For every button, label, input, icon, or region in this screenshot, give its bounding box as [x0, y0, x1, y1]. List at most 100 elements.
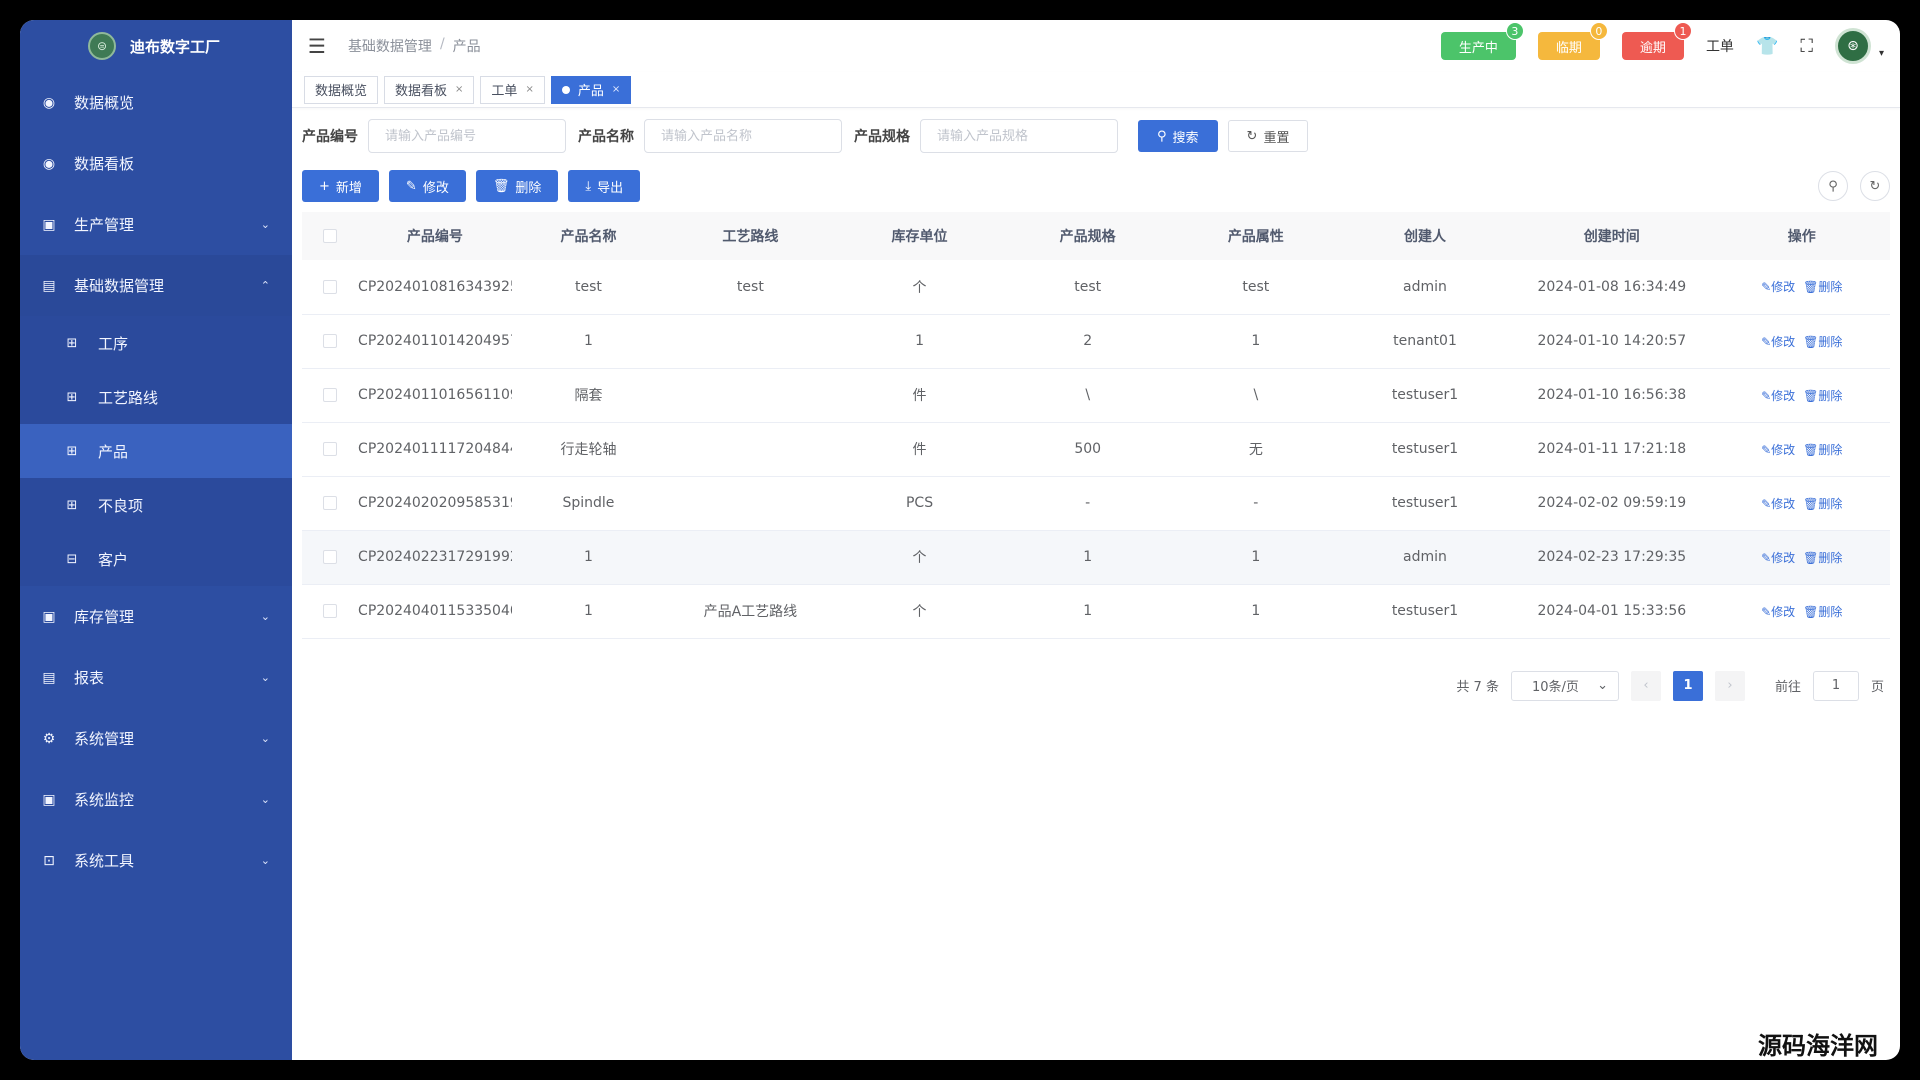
row-delete-button[interactable]: 🗑删除: [1803, 389, 1842, 403]
chevron-down-icon: ⌄: [260, 732, 270, 745]
sidebar-subitem-process[interactable]: ⊞ 工序: [20, 316, 292, 370]
chevron-down-icon: ⌄: [260, 854, 270, 867]
edit-button[interactable]: ✎ 修改: [388, 170, 466, 202]
sidebar-item-tools[interactable]: ⊡ 系统工具 ⌄: [20, 830, 292, 891]
row-edit-button[interactable]: ✎修改: [1761, 335, 1795, 349]
tab-product[interactable]: 产品 ×: [550, 75, 632, 104]
page-number-current[interactable]: 1: [1672, 670, 1703, 701]
sidebar-item-reports[interactable]: ▤ 报表 ⌄: [20, 647, 292, 708]
fullscreen-icon[interactable]: ⛶: [1800, 36, 1813, 57]
grid-icon: ⊞: [66, 389, 78, 405]
sidebar-item-production[interactable]: ▣ 生产管理 ⌄: [20, 194, 292, 255]
product-spec-input[interactable]: [920, 119, 1118, 153]
checkbox[interactable]: [323, 442, 338, 456]
row-edit-button[interactable]: ✎修改: [1761, 551, 1795, 565]
row-delete-button[interactable]: 🗑删除: [1803, 497, 1842, 511]
hamburger-icon[interactable]: ☰: [308, 34, 326, 58]
sidebar-item-overview[interactable]: ◉ 数据概览: [20, 72, 292, 133]
avatar[interactable]: ⊛: [1834, 28, 1871, 64]
tab-data-overview[interactable]: 数据概览: [304, 75, 379, 104]
row-checkbox-cell[interactable]: [302, 530, 359, 585]
next-page-button[interactable]: ›: [1714, 670, 1745, 701]
sidebar-item-label: 系统工具: [74, 852, 135, 870]
checkbox[interactable]: [323, 604, 338, 618]
row-checkbox-cell[interactable]: [302, 584, 359, 639]
sidebar-item-inventory[interactable]: ▣ 库存管理 ⌄: [20, 586, 292, 647]
table-row: CP20240202095853197 Spindle PCS - - testuser1…: [302, 476, 1890, 531]
search-button[interactable]: ⚲ 搜索: [1138, 120, 1218, 152]
row-edit-button[interactable]: ✎修改: [1761, 389, 1795, 403]
row-checkbox-cell[interactable]: [302, 422, 359, 477]
checkbox[interactable]: [323, 388, 338, 402]
close-icon[interactable]: ×: [612, 84, 620, 95]
shirt-icon[interactable]: 👕: [1756, 36, 1778, 57]
goto-label: 前往: [1774, 680, 1801, 695]
sidebar-item-monitor[interactable]: ▣ 系统监控 ⌄: [20, 769, 292, 830]
checkbox[interactable]: [323, 550, 338, 564]
prev-page-button[interactable]: ‹: [1630, 670, 1661, 701]
checkbox[interactable]: [323, 334, 338, 348]
refresh-icon[interactable]: ↻: [1860, 171, 1890, 201]
tab-data-dashboard[interactable]: 数据看板 ×: [384, 75, 475, 104]
workorder-link[interactable]: 工单: [1706, 36, 1734, 56]
cell-spec: 1: [1003, 584, 1172, 639]
cell-time: 2024-04-01 15:33:56: [1510, 584, 1714, 639]
sidebar-subitem-defect[interactable]: ⊞ 不良项: [20, 478, 292, 532]
reset-button[interactable]: ↻ 重置: [1227, 120, 1309, 152]
row-delete-button[interactable]: 🗑删除: [1803, 335, 1842, 349]
sidebar-subitem-product[interactable]: ⊞ 产品: [20, 424, 292, 478]
logo-icon: ⊜: [88, 32, 116, 60]
delete-button[interactable]: 🗑 删除: [475, 170, 559, 202]
cell-route: [665, 476, 836, 531]
row-checkbox-cell[interactable]: [302, 260, 359, 315]
export-button[interactable]: ⤓ 导出: [568, 170, 641, 202]
add-button[interactable]: + 新增: [302, 170, 379, 202]
tab-workorder[interactable]: 工单 ×: [480, 75, 545, 104]
edit-icon: ✎: [1761, 550, 1772, 565]
row-edit-button[interactable]: ✎修改: [1761, 497, 1795, 511]
row-delete-button[interactable]: 🗑删除: [1803, 280, 1842, 294]
row-checkbox-cell[interactable]: [302, 368, 359, 423]
product-name-input[interactable]: [644, 119, 842, 153]
dashboard-icon: ◉: [42, 94, 56, 111]
sidebar-subitem-customer[interactable]: ⊟ 客户: [20, 532, 292, 586]
trash-icon: 🗑: [492, 178, 510, 194]
row-checkbox-cell[interactable]: [302, 476, 359, 531]
page-size-select[interactable]: 10条/页 ⌄: [1510, 670, 1619, 701]
sidebar-subitem-route[interactable]: ⊞ 工艺路线: [20, 370, 292, 424]
product-code-input[interactable]: [368, 119, 566, 153]
goto-page-input[interactable]: 1: [1812, 670, 1859, 701]
breadcrumb: 基础数据管理 / 产品: [348, 36, 481, 56]
breadcrumb-item[interactable]: 基础数据管理: [348, 36, 432, 56]
row-edit-button[interactable]: ✎修改: [1761, 280, 1795, 294]
cell-attr: 1: [1171, 584, 1340, 639]
sidebar-item-dashboard[interactable]: ◉ 数据看板: [20, 133, 292, 194]
caret-down-icon[interactable]: ▾: [1879, 48, 1884, 59]
status-expiring-button[interactable]: 临期 0: [1537, 22, 1608, 60]
row-delete-button[interactable]: 🗑删除: [1803, 551, 1842, 565]
close-icon[interactable]: ×: [455, 84, 463, 95]
search-label-name: 产品名称: [578, 129, 634, 145]
monitor-icon: ▣: [42, 216, 56, 233]
row-edit-label: 修改: [1771, 334, 1796, 349]
row-edit-button[interactable]: ✎修改: [1761, 443, 1795, 457]
row-checkbox-cell[interactable]: [302, 314, 359, 369]
row-edit-button[interactable]: ✎修改: [1761, 605, 1795, 619]
sidebar-item-label: 系统管理: [74, 730, 135, 748]
select-all-checkbox-cell[interactable]: [302, 212, 359, 260]
checkbox[interactable]: [323, 496, 338, 510]
checkbox[interactable]: [323, 279, 338, 294]
sidebar-item-system[interactable]: ⚙ 系统管理 ⌄: [20, 708, 292, 769]
cell-name: 行走轮轴: [511, 422, 666, 477]
app-logo[interactable]: ⊜ 迪布数字工厂: [20, 20, 292, 72]
close-icon[interactable]: ×: [525, 84, 533, 95]
sidebar-item-basic-data[interactable]: ▤ 基础数据管理 ⌃: [20, 255, 292, 316]
toggle-search-icon[interactable]: ⚲: [1818, 171, 1848, 201]
status-overdue-button[interactable]: 逾期 1: [1621, 22, 1692, 60]
row-delete-button[interactable]: 🗑删除: [1803, 443, 1842, 457]
watermark: 源码海洋网: [1758, 1032, 1878, 1060]
row-delete-button[interactable]: 🗑删除: [1803, 605, 1842, 619]
checkbox[interactable]: [323, 229, 338, 243]
gear-icon: ⚙: [42, 730, 56, 747]
status-producing-button[interactable]: 生产中 3: [1440, 22, 1524, 60]
